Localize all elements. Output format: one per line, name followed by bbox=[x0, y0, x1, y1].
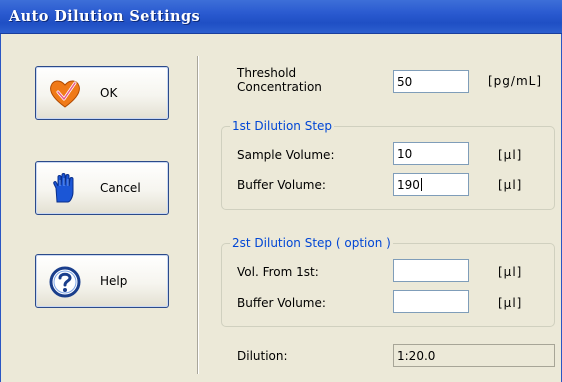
help-label: Help bbox=[100, 274, 128, 288]
sample-volume-unit: [μl] bbox=[498, 148, 523, 162]
dilution-value: 1:20.0 bbox=[393, 344, 555, 367]
vol-from-first-label: Vol. From 1st: bbox=[237, 265, 319, 279]
heart-check-icon bbox=[50, 80, 80, 108]
question-icon bbox=[49, 266, 81, 298]
buffer-volume-unit-2: [μl] bbox=[498, 296, 523, 310]
threshold-label-line1: Threshold bbox=[237, 66, 297, 80]
window-title: Auto Dilution Settings bbox=[9, 8, 201, 25]
sample-volume-label: Sample Volume: bbox=[237, 148, 335, 162]
buffer-volume-label-2: Buffer Volume: bbox=[237, 296, 326, 310]
vol-from-first-unit: [μl] bbox=[498, 265, 523, 279]
buffer-volume-label-1: Buffer Volume: bbox=[237, 178, 326, 192]
second-dilution-legend: 2st Dilution Step ( option ) bbox=[230, 236, 393, 250]
threshold-input[interactable]: 50 bbox=[393, 70, 469, 93]
dialog-body: OK Cancel Help Threshold Concentration 5… bbox=[0, 34, 562, 382]
threshold-label-line2: Concentration bbox=[237, 80, 322, 94]
first-dilution-group: 1st Dilution Step bbox=[221, 119, 555, 210]
sample-volume-input[interactable]: 10 bbox=[393, 142, 469, 165]
title-bar[interactable]: Auto Dilution Settings bbox=[0, 0, 562, 34]
buffer-volume-input-2[interactable] bbox=[393, 290, 469, 313]
hand-icon bbox=[53, 173, 74, 203]
help-button[interactable]: Help bbox=[35, 254, 169, 308]
vertical-divider bbox=[197, 56, 199, 374]
first-dilution-legend: 1st Dilution Step bbox=[230, 119, 335, 133]
dilution-label: Dilution: bbox=[237, 349, 288, 363]
ok-label: OK bbox=[100, 86, 118, 100]
cancel-button[interactable]: Cancel bbox=[35, 161, 169, 215]
cancel-label: Cancel bbox=[100, 181, 141, 195]
vol-from-first-input[interactable] bbox=[393, 259, 469, 282]
second-dilution-group: 2st Dilution Step ( option ) bbox=[221, 236, 555, 327]
ok-button[interactable]: OK bbox=[35, 66, 169, 120]
buffer-volume-input-1[interactable]: 190 bbox=[393, 173, 469, 196]
threshold-unit: [pg/mL] bbox=[488, 74, 543, 88]
buffer-volume-unit-1: [μl] bbox=[498, 178, 523, 192]
